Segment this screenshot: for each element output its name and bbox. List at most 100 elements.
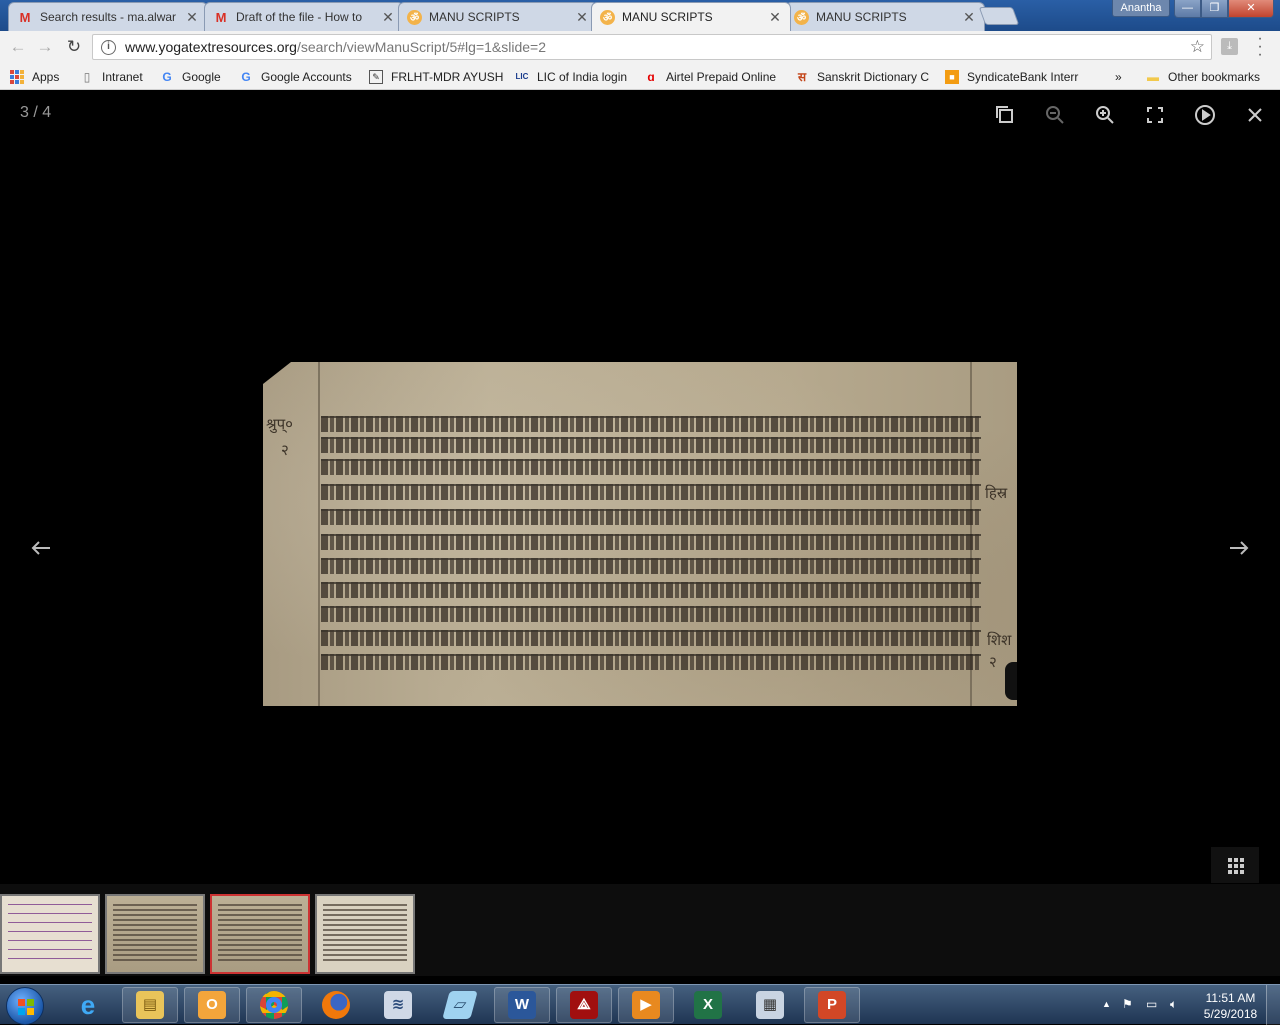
zoom-in-icon[interactable] — [1093, 103, 1117, 127]
thumbnail-slide-3[interactable] — [210, 894, 310, 974]
calculator-icon[interactable]: ▦ — [742, 987, 798, 1023]
tab-title: MANU SCRIPTS — [816, 10, 907, 24]
network-icon[interactable]: ▭ — [1146, 997, 1157, 1011]
bookmark-frlht[interactable]: ✎ FRLHT-MDR AYUSH — [369, 68, 503, 86]
back-arrow-icon[interactable]: ← — [6, 36, 30, 58]
tab-title: MANU SCRIPTS — [429, 10, 520, 24]
pdf-extension-icon[interactable]: ⤓ — [1221, 38, 1238, 55]
app-icon[interactable]: ≋ — [370, 987, 426, 1023]
copy-icon[interactable] — [993, 103, 1017, 127]
thumbnail-strip — [0, 884, 1280, 976]
manuscript-slide-image: श्रुप्० २ हिस्र शिश २ — [263, 362, 1017, 706]
lightbox-viewer: 3 / 4 श्रुप्० २ हिस्र शिश २ — [0, 91, 1280, 884]
previous-slide-arrow-icon[interactable] — [28, 535, 54, 561]
bookmarks-bar: Apps ▯ Intranet G Google G Google Accoun… — [0, 64, 1280, 90]
bookmark-syndicatebank[interactable]: ■ SyndicateBank Interr — [945, 68, 1082, 86]
zoom-out-icon[interactable] — [1043, 103, 1067, 127]
outlook-icon[interactable]: O — [184, 987, 240, 1023]
forward-arrow-icon[interactable]: → — [33, 36, 57, 58]
manuscript-text-line — [321, 484, 981, 500]
show-hidden-icons-icon[interactable]: ▲ — [1102, 999, 1111, 1009]
action-center-flag-icon[interactable]: ⚑ — [1122, 997, 1133, 1011]
show-desktop-button[interactable] — [1266, 985, 1280, 1025]
window-minimize-button[interactable]: — — [1174, 0, 1201, 18]
next-slide-arrow-icon[interactable] — [1226, 535, 1252, 561]
tab-manuscripts-3[interactable]: ॐ MANU SCRIPTS ✕ — [785, 2, 985, 31]
tab-manuscripts-active[interactable]: ॐ MANU SCRIPTS ✕ — [591, 2, 791, 31]
tab-manuscripts-1[interactable]: ॐ MANU SCRIPTS ✕ — [398, 2, 598, 31]
bookmark-intranet[interactable]: ▯ Intranet — [80, 68, 143, 86]
thumbnail-slide-1[interactable] — [0, 894, 100, 974]
new-tab-button[interactable] — [978, 7, 1020, 25]
bookmarks-overflow-button[interactable]: » — [1115, 68, 1122, 86]
chrome-icon[interactable] — [246, 987, 302, 1023]
bookmark-label: Google Accounts — [261, 70, 352, 84]
acrobat-icon[interactable]: ⟁ — [556, 987, 612, 1023]
tab-gmail-draft[interactable]: M Draft of the file - How to ✕ — [204, 2, 404, 31]
browser-tab-strip: M Search results - ma.alwar ✕ M Draft of… — [0, 0, 1280, 31]
tab-title: Draft of the file - How to — [236, 10, 363, 24]
bookmark-label: LIC of India login — [537, 70, 628, 84]
volume-icon[interactable]: 🔈︎ — [1170, 997, 1177, 1012]
tab-close-icon[interactable]: ✕ — [575, 9, 589, 26]
bookmark-star-icon[interactable]: ☆ — [1190, 37, 1205, 57]
margin-note-right-2: शिश — [987, 631, 1012, 649]
tab-gmail-search[interactable]: M Search results - ma.alwar ✕ — [8, 2, 208, 31]
airtel-icon: ɑ — [647, 70, 655, 84]
fullscreen-icon[interactable] — [1143, 103, 1167, 127]
tab-close-icon[interactable]: ✕ — [381, 9, 395, 26]
firefox-icon[interactable] — [308, 987, 364, 1023]
window-close-button[interactable]: ✕ — [1228, 0, 1274, 18]
bookmark-label: SyndicateBank Interr — [967, 70, 1079, 84]
bookmark-airtel[interactable]: ɑ Airtel Prepaid Online — [644, 68, 782, 86]
google-icon: G — [162, 70, 172, 84]
sanskrit-icon: स — [797, 70, 807, 84]
manuscript-text-line — [321, 654, 981, 670]
bookmark-label: Airtel Prepaid Online — [666, 70, 777, 84]
tab-title: Search results - ma.alwar — [40, 10, 177, 24]
manuscript-text-line — [321, 558, 981, 574]
chrome-menu-icon[interactable]: · · · — [1254, 31, 1266, 63]
ink-blot — [1005, 662, 1017, 700]
profile-button[interactable]: Anantha — [1112, 0, 1170, 17]
om-icon: ॐ — [407, 9, 422, 25]
folder-icon: ▬ — [1147, 70, 1159, 84]
word-icon[interactable]: W — [494, 987, 550, 1023]
address-bar[interactable]: i www.yogatextresources.org/search/viewM… — [92, 34, 1212, 60]
powerpoint-icon[interactable]: P — [804, 987, 860, 1023]
thumbnail-toggle-button[interactable] — [1211, 847, 1259, 883]
bookmark-lic[interactable]: LIC LIC of India login — [515, 68, 628, 86]
notepad-icon[interactable]: ▱ — [432, 987, 488, 1023]
frlht-icon: ✎ — [369, 70, 383, 84]
margin-folio-right: २ — [989, 653, 997, 671]
window-maximize-button[interactable]: ❐ — [1201, 0, 1228, 18]
file-explorer-icon[interactable]: ▤ — [122, 987, 178, 1023]
other-bookmarks-folder[interactable]: ▬ Other bookmarks — [1146, 68, 1260, 86]
autoplay-icon[interactable] — [1193, 103, 1217, 127]
manuscript-text-line — [321, 459, 981, 475]
thumbnail-slide-2[interactable] — [105, 894, 205, 974]
manuscript-text-line — [321, 630, 981, 646]
bookmark-label: Sanskrit Dictionary C — [817, 70, 930, 84]
start-button[interactable] — [6, 987, 44, 1025]
clock-time: 11:51 AM — [1205, 991, 1256, 1005]
reload-icon[interactable]: ↻ — [62, 36, 86, 58]
tab-close-icon[interactable]: ✕ — [185, 9, 199, 26]
site-info-icon[interactable]: i — [101, 39, 116, 55]
clock-date: 5/29/2018 — [1203, 1007, 1258, 1021]
bookmark-sanskrit-dictionary[interactable]: स Sanskrit Dictionary C — [795, 68, 932, 86]
bookmark-google-accounts[interactable]: G Google Accounts — [239, 68, 352, 86]
close-icon[interactable] — [1243, 103, 1267, 127]
manuscript-text-line — [321, 606, 981, 622]
tab-close-icon[interactable]: ✕ — [962, 9, 976, 26]
tab-close-icon[interactable]: ✕ — [768, 9, 782, 26]
bookmark-google[interactable]: G Google — [160, 68, 220, 86]
media-player-icon[interactable]: ▶ — [618, 987, 674, 1023]
excel-icon[interactable]: X — [680, 987, 736, 1023]
thumbnail-slide-4[interactable] — [315, 894, 415, 974]
url-path: /search/viewManuScript/5#lg=1&slide=2 — [296, 39, 546, 55]
bookmark-apps[interactable]: Apps — [10, 68, 59, 86]
internet-explorer-icon[interactable]: e — [60, 987, 116, 1023]
manuscript-text-line — [321, 582, 981, 598]
taskbar-clock[interactable]: 11:51 AM 5/29/2018 — [1203, 990, 1258, 1022]
